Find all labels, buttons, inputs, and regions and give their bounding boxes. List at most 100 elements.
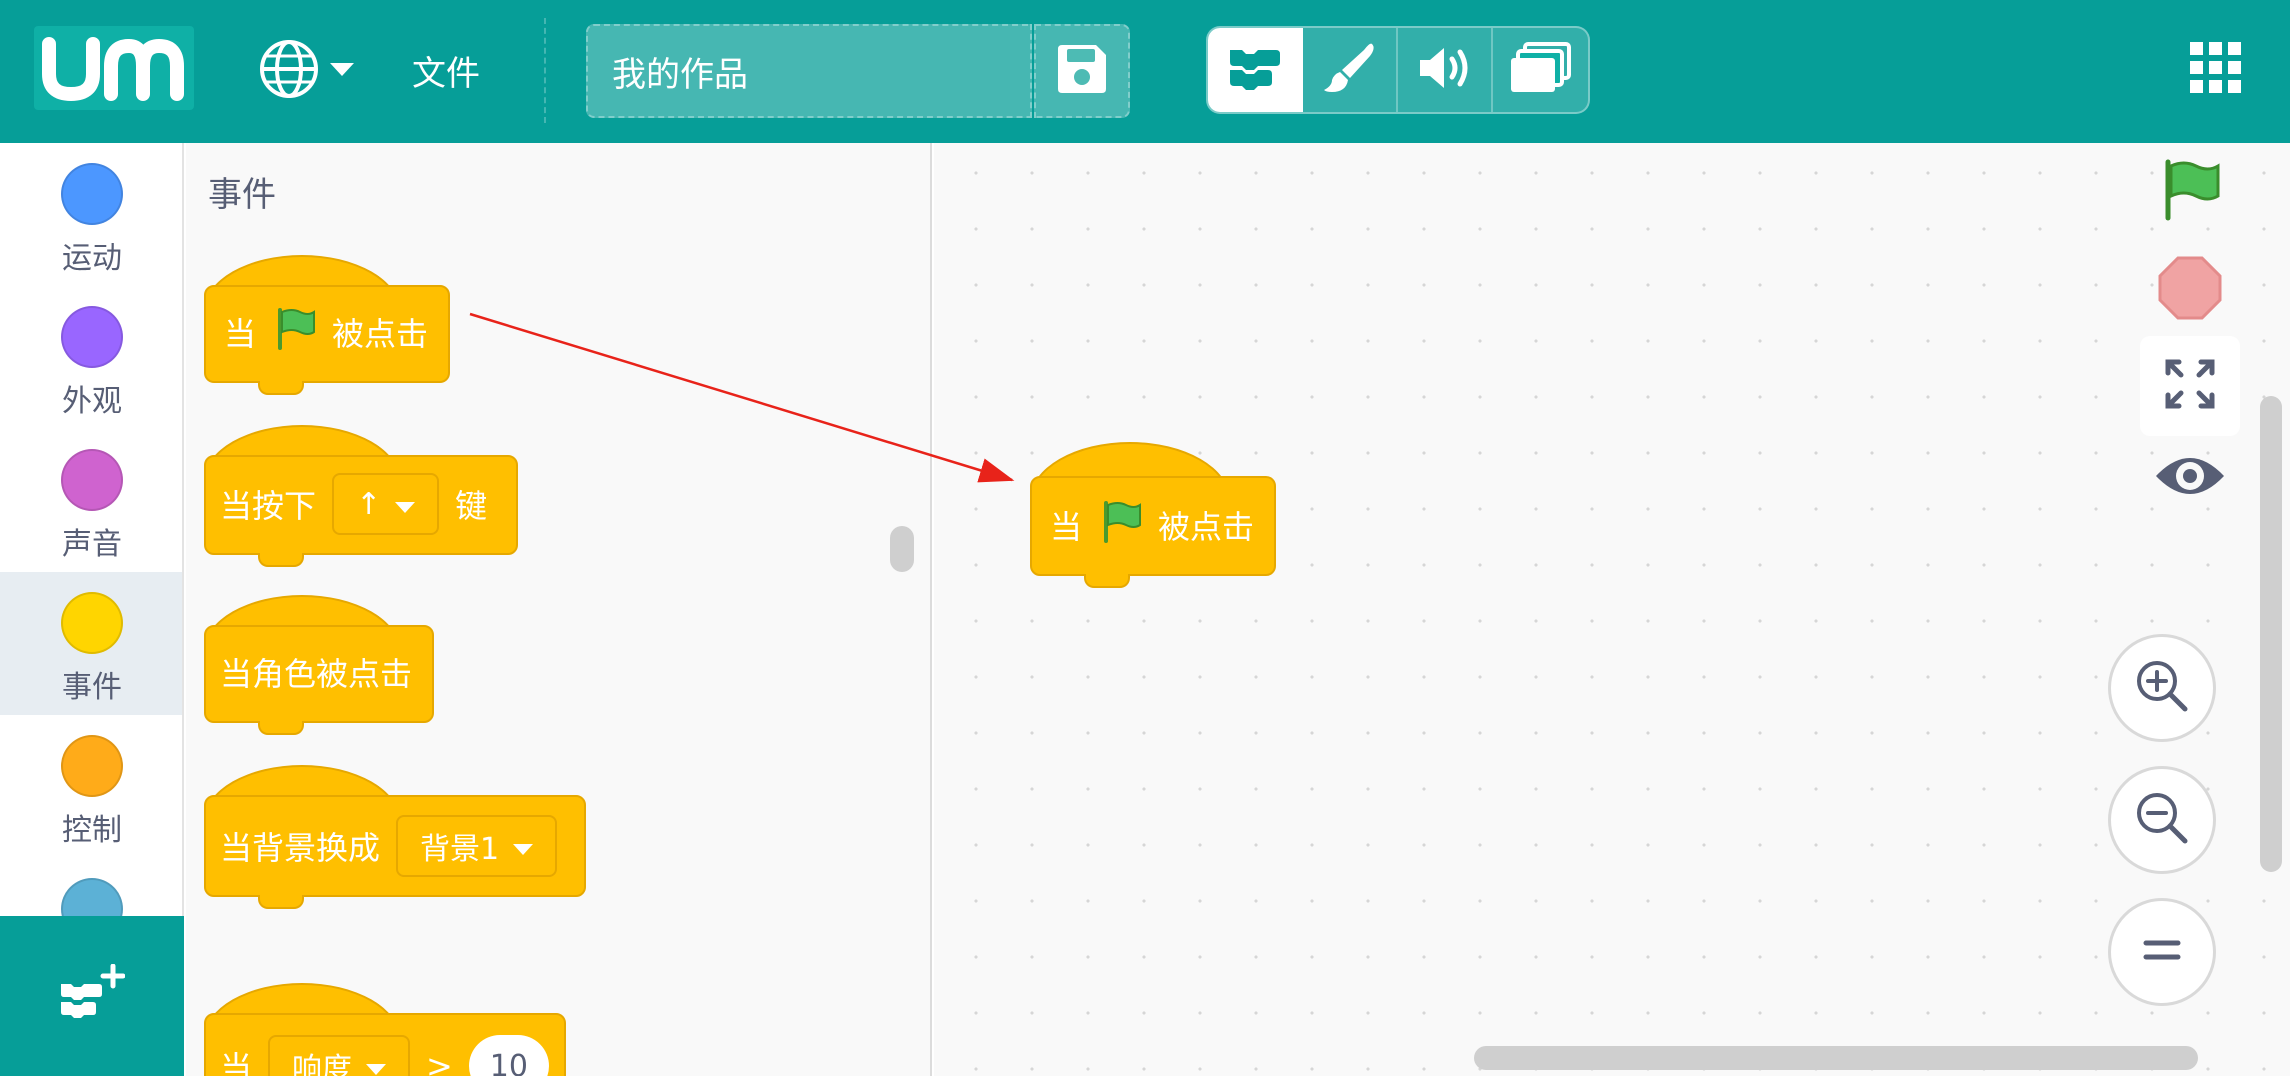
floppy-disk-icon xyxy=(1054,41,1110,101)
caret-down-icon xyxy=(395,487,416,522)
code-blocks-icon xyxy=(1228,46,1282,94)
block-notch xyxy=(1084,574,1130,588)
chevron-down-icon xyxy=(330,62,354,81)
workspace-when-flag-clicked-block[interactable]: 当 被点击 xyxy=(1030,442,1276,592)
editor-root: 文件 我的作品 运动 外观 声音 事件 控制 事件 当 被点击 当按下 ↑ 键 … xyxy=(0,0,2290,1076)
block-palette: 事件 当 被点击 当按下 ↑ 键 当角色被点击 当背景换成 背景1 当 响度 >… xyxy=(186,143,932,1076)
green-flag-icon xyxy=(2158,159,2222,226)
stop-octagon-icon xyxy=(2158,256,2222,324)
category-motion[interactable]: 运动 xyxy=(0,143,182,286)
block-text: 当 xyxy=(220,1049,253,1076)
block-text: 被点击 xyxy=(1158,508,1255,546)
block-content: 当背景换成 背景1 xyxy=(220,813,558,879)
language-menu[interactable] xyxy=(258,36,354,106)
add-extension-icon xyxy=(59,963,126,1028)
grid-dots-icon xyxy=(2190,42,2242,98)
paintbrush-icon xyxy=(1322,40,1378,100)
category-sound[interactable]: 声音 xyxy=(0,429,182,572)
zoom-out-button[interactable] xyxy=(2108,766,2216,874)
category-color-dot xyxy=(61,163,123,225)
dropdown-value: ↑ xyxy=(356,486,382,522)
workspace-horizontal-scrollbar[interactable] xyxy=(1474,1046,2198,1070)
file-menu[interactable]: 文件 xyxy=(412,46,480,95)
green-flag-icon xyxy=(272,306,316,358)
block-content: 当 响度 > 10 xyxy=(220,1033,549,1076)
when-key-pressed-block[interactable]: 当按下 ↑ 键 xyxy=(204,425,518,567)
category-color-dot xyxy=(61,592,123,654)
globe-icon xyxy=(258,38,320,104)
stacked-cards-icon xyxy=(1509,42,1572,98)
block-text: 当角色被点击 xyxy=(220,655,413,693)
dropdown-value: 响度 xyxy=(292,1052,353,1076)
dropdown-value: 背景1 xyxy=(420,832,500,867)
sounds-tab[interactable] xyxy=(1398,28,1493,112)
when-loudness-greater-block[interactable]: 当 响度 > 10 xyxy=(204,983,566,1076)
backdrops-tab[interactable] xyxy=(1493,28,1588,112)
category-color-dot xyxy=(61,878,123,916)
equals-icon xyxy=(2142,935,2182,969)
category-sensing[interactable] xyxy=(0,858,182,916)
block-text: 键 xyxy=(455,487,488,525)
category-color-dot xyxy=(61,306,123,368)
costumes-tab[interactable] xyxy=(1303,28,1398,112)
category-label: 控制 xyxy=(62,813,122,848)
key-dropdown[interactable]: ↑ xyxy=(332,473,440,535)
caret-down-icon xyxy=(366,1049,387,1076)
workspace-vertical-scrollbar[interactable] xyxy=(2260,396,2282,872)
project-title-input[interactable] xyxy=(586,24,1032,118)
block-operator: > xyxy=(426,1047,453,1076)
caret-down-icon xyxy=(513,829,534,864)
block-text: 被点击 xyxy=(332,315,429,353)
eye-icon xyxy=(2152,458,2228,510)
category-label: 运动 xyxy=(62,241,122,276)
when-backdrop-switches-block[interactable]: 当背景换成 背景1 xyxy=(204,765,586,909)
block-notch xyxy=(258,553,304,567)
palette-scrollbar[interactable] xyxy=(890,526,914,572)
block-content: 当角色被点击 xyxy=(220,641,412,703)
stop-button[interactable] xyxy=(2158,256,2222,320)
category-control[interactable]: 控制 xyxy=(0,715,182,858)
save-button[interactable] xyxy=(1034,24,1130,118)
block-text: 当背景换成 xyxy=(220,829,381,867)
sensor-dropdown[interactable]: 响度 xyxy=(268,1035,411,1076)
threshold-input[interactable]: 10 xyxy=(468,1035,549,1076)
code-tab[interactable] xyxy=(1208,28,1303,112)
apps-menu-button[interactable] xyxy=(2190,42,2242,94)
category-events[interactable]: 事件 xyxy=(0,572,182,715)
palette-section-title: 事件 xyxy=(208,175,276,215)
category-label: 外观 xyxy=(62,384,122,419)
top-menu-bar: 文件 xyxy=(0,0,2290,143)
zoom-in-icon xyxy=(2133,657,2191,719)
menu-divider xyxy=(544,18,546,123)
category-color-dot xyxy=(61,449,123,511)
zoom-out-icon xyxy=(2133,789,2191,851)
um-logo-icon[interactable] xyxy=(34,26,194,110)
block-content: 当按下 ↑ 键 xyxy=(220,471,487,537)
category-menu: 运动 外观 声音 事件 控制 xyxy=(0,143,184,916)
when-flag-clicked-block[interactable]: 当 被点击 xyxy=(204,255,450,395)
block-text: 当 xyxy=(224,315,257,353)
script-workspace[interactable] xyxy=(934,143,2290,1076)
preview-toggle-button[interactable] xyxy=(2152,446,2228,506)
category-color-dot xyxy=(61,735,123,797)
zoom-in-button[interactable] xyxy=(2108,634,2216,742)
green-flag-icon xyxy=(1098,499,1142,551)
backdrop-dropdown[interactable]: 背景1 xyxy=(396,815,558,877)
speaker-icon xyxy=(1416,42,1474,98)
green-flag-button[interactable] xyxy=(2158,158,2222,222)
when-sprite-clicked-block[interactable]: 当角色被点击 xyxy=(204,595,434,735)
category-label: 事件 xyxy=(62,670,122,705)
editor-mode-tabs xyxy=(1206,26,1590,114)
block-text: 当按下 xyxy=(220,487,317,525)
add-extension-button[interactable] xyxy=(0,916,184,1076)
block-content: 当 被点击 xyxy=(1050,494,1254,556)
block-notch xyxy=(258,381,304,395)
fullscreen-icon xyxy=(2165,359,2215,413)
zoom-reset-button[interactable] xyxy=(2108,898,2216,1006)
category-looks[interactable]: 外观 xyxy=(0,286,182,429)
category-label: 声音 xyxy=(62,527,122,562)
block-content: 当 被点击 xyxy=(224,301,428,363)
fullscreen-button[interactable] xyxy=(2140,336,2240,436)
block-text: 当 xyxy=(1050,508,1083,546)
block-notch xyxy=(258,721,304,735)
